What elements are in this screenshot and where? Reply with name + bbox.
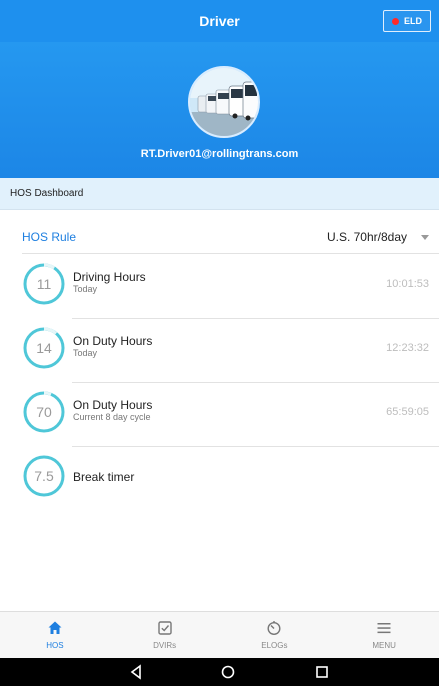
profile-email: RT.Driver01@rollingtrans.com [140, 148, 299, 160]
nav-item-hos[interactable]: HOS [0, 612, 110, 658]
android-nav-bar [0, 658, 439, 686]
chevron-down-icon[interactable] [421, 235, 429, 240]
hos-item-on-duty-cycle[interactable]: 70 On Duty Hours Current 8 day cycle 65:… [0, 382, 439, 447]
hos-hours-number: 7.5 [34, 468, 54, 484]
hos-item-time: 65:59:05 [386, 406, 429, 418]
nav-label: MENU [372, 641, 396, 650]
nav-label: HOS [46, 641, 64, 650]
home-icon [48, 621, 62, 634]
hos-rule-row[interactable]: HOS Rule U.S. 70hr/8day [0, 220, 439, 254]
hos-rule-label: HOS Rule [22, 230, 77, 244]
nav-label: ELOGs [261, 641, 288, 650]
hos-item-title: Driving Hours [73, 270, 146, 284]
home-circle-icon[interactable] [220, 664, 236, 680]
hos-hours-number: 14 [36, 340, 52, 356]
bottom-nav: HOS DVIRs ELOGs MENU [0, 611, 439, 658]
app-bar: Driver ELD [0, 0, 439, 42]
nav-label: DVIRs [153, 641, 177, 650]
hos-item-title: On Duty Hours [73, 398, 153, 412]
hos-item-title: Break timer [73, 470, 135, 484]
hos-item-on-duty-today[interactable]: 14 On Duty Hours Today 12:23:32 [0, 318, 439, 383]
avatar[interactable] [188, 66, 260, 138]
hos-hours-number: 70 [36, 404, 52, 420]
hos-item-time: 10:01:53 [386, 278, 429, 290]
timer-icon [267, 621, 281, 636]
app-title: Driver [199, 13, 240, 29]
hos-item-break-timer[interactable]: 7.5 Break timer [0, 446, 439, 508]
nav-item-dvirs[interactable]: DVIRs [110, 612, 220, 658]
eld-status-dot-icon [392, 17, 399, 25]
checkbox-icon [157, 621, 172, 635]
hos-item-subtitle: Current 8 day cycle [73, 412, 151, 422]
section-title: HOS Dashboard [10, 188, 84, 199]
nav-item-menu[interactable]: MENU [329, 612, 439, 658]
profile-header: RT.Driver01@rollingtrans.com [0, 42, 439, 178]
hos-item-driving[interactable]: 11 Driving Hours Today 10:01:53 [0, 254, 439, 319]
hamburger-icon [377, 623, 391, 634]
recents-icon[interactable] [314, 664, 330, 680]
eld-button[interactable]: ELD [383, 10, 431, 32]
hos-item-subtitle: Today [73, 284, 98, 294]
hos-rule-select[interactable]: U.S. 70hr/8day [327, 220, 407, 254]
eld-label: ELD [404, 16, 422, 26]
hos-hours-number: 11 [36, 276, 52, 292]
hos-dashboard-header: HOS Dashboard [0, 178, 439, 210]
back-icon[interactable] [128, 664, 144, 680]
bus-fleet-image [190, 68, 258, 136]
hos-item-time: 12:23:32 [386, 342, 429, 354]
hos-item-title: On Duty Hours [73, 334, 153, 348]
nav-item-elogs[interactable]: ELOGs [220, 612, 330, 658]
hos-item-subtitle: Today [73, 348, 98, 358]
